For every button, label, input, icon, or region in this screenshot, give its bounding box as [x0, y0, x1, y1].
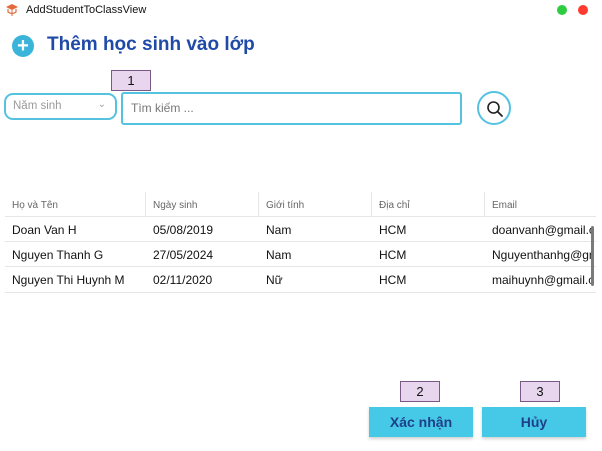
search-button[interactable] — [477, 91, 511, 125]
column-divider — [258, 192, 259, 217]
confirm-button[interactable]: Xác nhận — [369, 407, 473, 437]
app-icon — [6, 4, 18, 16]
cell-name: Nguyen Thi Huynh M — [12, 273, 125, 287]
cell-email: doanvanh@gmail.c — [492, 223, 591, 237]
cancel-button[interactable]: Hủy — [482, 407, 586, 437]
cell-address: HCM — [379, 273, 407, 287]
table-header: Họ và Tên Ngày sinh Giới tính Địa chỉ Em… — [5, 192, 596, 217]
column-divider — [145, 192, 146, 217]
title-bar: AddStudentToClassView — [0, 0, 602, 22]
cell-gender: Nam — [266, 248, 292, 262]
maximize-button[interactable] — [557, 5, 567, 15]
cell-gender: Nữ — [266, 273, 283, 287]
marker-2: 2 — [400, 381, 440, 402]
plus-icon: + — [12, 35, 34, 57]
column-header-address[interactable]: Địa chỉ — [379, 200, 410, 211]
cell-email: maihuynh@gmail.c — [492, 273, 591, 287]
column-header-gender[interactable]: Giới tính — [266, 200, 304, 211]
column-header-name[interactable]: Họ và Tên — [12, 200, 58, 211]
cell-name: Doan Van H — [12, 223, 77, 237]
search-input[interactable] — [131, 99, 451, 117]
marker-3: 3 — [520, 381, 560, 402]
cell-email: Nguyenthanhg@gn — [492, 248, 591, 262]
cell-name: Nguyen Thanh G — [12, 248, 104, 262]
cell-address: HCM — [379, 223, 407, 237]
year-select-placeholder: Năm sinh — [13, 100, 62, 112]
column-header-birthdate[interactable]: Ngày sinh — [153, 200, 197, 211]
cell-address: HCM — [379, 248, 407, 262]
cell-birthdate: 02/11/2020 — [153, 273, 213, 287]
cell-birthdate: 05/08/2019 — [153, 223, 214, 237]
page-title: Thêm học sinh vào lớp — [47, 34, 255, 55]
search-field[interactable] — [121, 92, 462, 125]
column-divider — [371, 192, 372, 217]
students-table: Họ và Tên Ngày sinh Giới tính Địa chỉ Em… — [5, 192, 596, 295]
table-row[interactable]: Nguyen Thanh G 27/05/2024 Nam HCM Nguyen… — [5, 242, 596, 267]
cell-gender: Nam — [266, 223, 292, 237]
window-title: AddStudentToClassView — [26, 4, 147, 16]
column-header-email[interactable]: Email — [492, 200, 517, 211]
table-row[interactable]: Doan Van H 05/08/2019 Nam HCM doanvanh@g… — [5, 217, 596, 242]
marker-1: 1 — [111, 70, 151, 91]
table-row[interactable]: Nguyen Thi Huynh M 02/11/2020 Nữ HCM mai… — [5, 267, 596, 293]
column-divider — [484, 192, 485, 217]
table-scrollbar[interactable] — [591, 226, 594, 286]
search-icon — [487, 101, 503, 117]
cell-birthdate: 27/05/2024 — [153, 248, 214, 262]
close-button[interactable] — [578, 5, 588, 15]
chevron-down-icon: ⌄ — [97, 99, 106, 110]
year-select[interactable]: Năm sinh ⌄ — [4, 93, 117, 120]
